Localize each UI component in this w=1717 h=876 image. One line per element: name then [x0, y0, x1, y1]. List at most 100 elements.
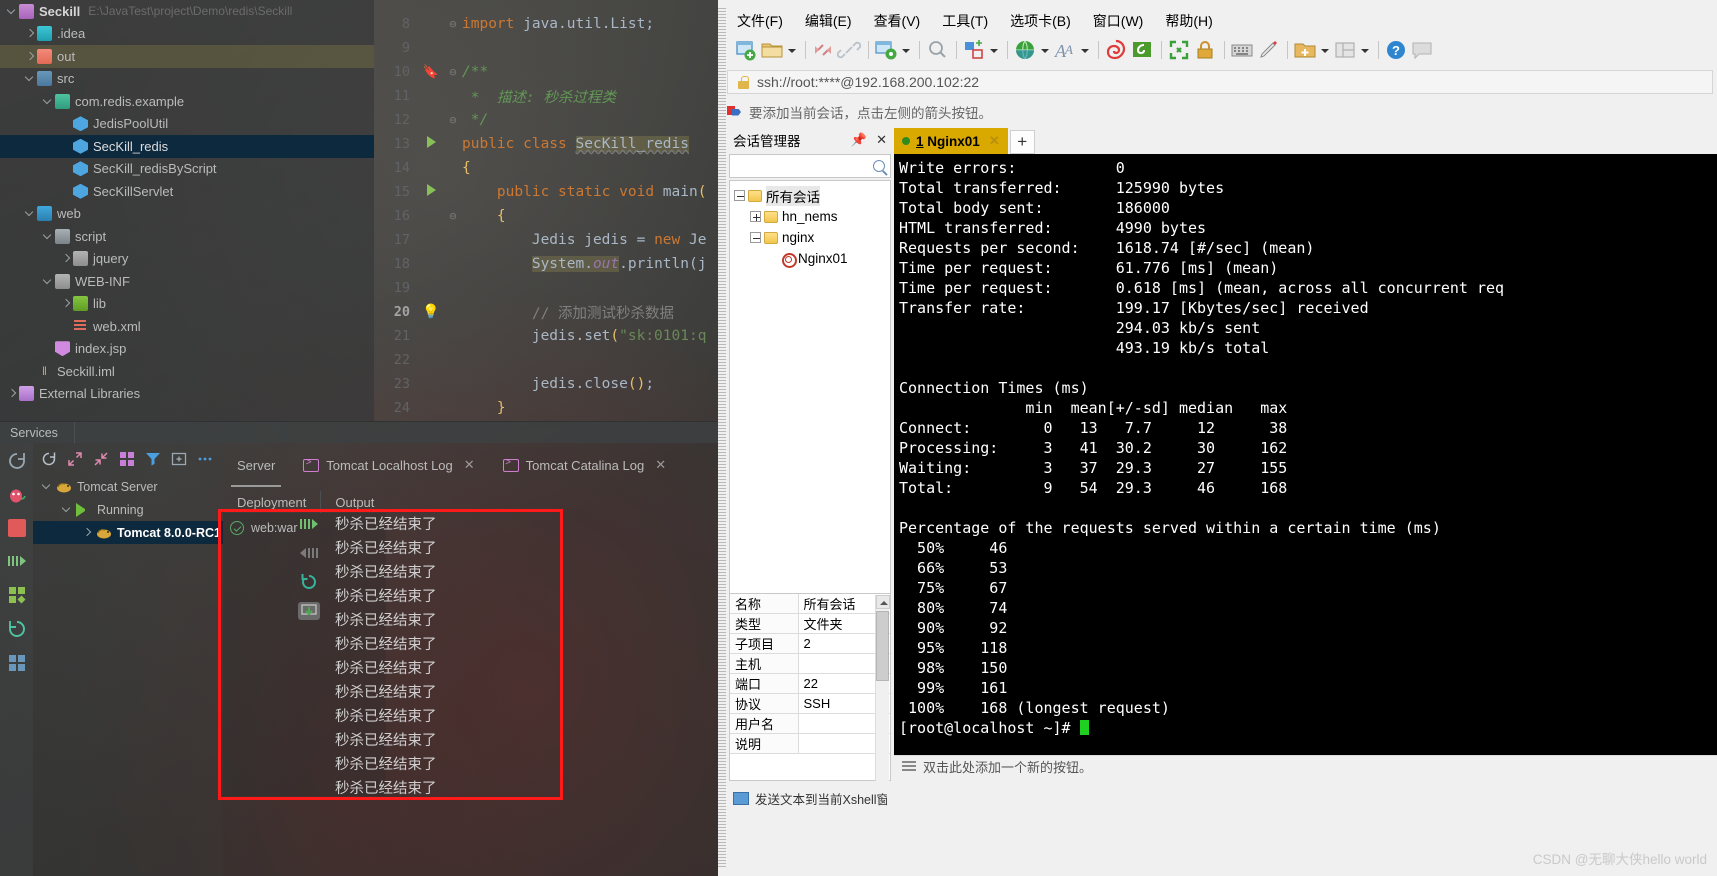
project-tree-item-web[interactable]: web	[0, 203, 374, 226]
property-row[interactable]: 主机	[730, 653, 890, 675]
project-tree-item--idea[interactable]: .idea	[0, 23, 374, 46]
project-tree-item-index-jsp[interactable]: index.jsp	[0, 338, 374, 361]
property-row[interactable]: 子项目 2	[730, 633, 890, 655]
property-row[interactable]: 类型 文件夹	[730, 613, 890, 635]
project-tree-item-jedispoolutil[interactable]: JedisPoolUtil	[0, 113, 374, 136]
chevron-down-icon[interactable]	[42, 95, 55, 108]
code-editor[interactable]: 8 ⊖ import java.util.List; 9 10 🔖 ⊖ /** 11 * 描述:…	[374, 0, 718, 421]
services-tab-strip[interactable]: ServerTomcat Localhost Log✕Tomcat Catali…	[223, 443, 718, 487]
project-tool-window[interactable]: Seckill E:\JavaTest\project\Demo\redis\S…	[0, 0, 374, 421]
project-tree-item-seckill-redis[interactable]: SecKill_redis	[0, 135, 374, 158]
more-options-icon[interactable]	[197, 451, 213, 467]
close-icon[interactable]: ✕	[989, 133, 1000, 149]
address-text[interactable]: ssh://root:****@192.168.200.102:22	[757, 74, 979, 90]
chevron-right-icon[interactable]	[60, 297, 73, 310]
font-icon[interactable]: AA	[1053, 38, 1077, 62]
scroll-to-end-icon[interactable]	[298, 602, 320, 620]
keyboard-icon[interactable]	[1230, 38, 1254, 62]
add-folder-icon[interactable]	[1293, 38, 1317, 62]
session-tree[interactable]: 所有会话 hn_nems nginx Nginx01	[729, 180, 891, 594]
session-tree-item-nginx[interactable]: nginx	[730, 227, 890, 248]
window-grip-handle[interactable]	[718, 8, 726, 868]
project-tree-item-external-libraries[interactable]: External Libraries	[0, 383, 374, 406]
services-tree-item-tomcat-8-0-0-rc1[interactable]: Tomcat 8.0.0-RC1	[33, 521, 223, 544]
property-row[interactable]: 用户名	[730, 713, 890, 735]
toolbar[interactable]: AA ?	[726, 35, 1717, 65]
resume-icon[interactable]	[7, 551, 27, 571]
chevron-right-icon[interactable]	[81, 526, 94, 539]
globe-icon[interactable]	[1013, 38, 1037, 62]
chevron-down-icon[interactable]	[61, 503, 74, 516]
group-icon[interactable]	[119, 451, 135, 467]
redeploy-icon[interactable]	[298, 573, 320, 591]
chevron-right-icon[interactable]	[24, 27, 37, 40]
close-icon[interactable]: ✕	[655, 457, 666, 473]
collapse-all-icon[interactable]	[93, 451, 109, 467]
project-tree-item-src[interactable]: src	[0, 68, 374, 91]
session-tree-item-nginx01[interactable]: Nginx01	[730, 248, 890, 269]
open-folder-caret-icon[interactable]	[786, 38, 797, 62]
session-tree-item-hn_nems[interactable]: hn_nems	[730, 206, 890, 227]
debug-icon[interactable]	[7, 485, 27, 505]
rerun-icon[interactable]	[7, 451, 27, 471]
chevron-down-icon[interactable]	[24, 207, 37, 220]
modules-icon[interactable]	[7, 585, 27, 605]
run-gutter-icon[interactable]	[418, 136, 444, 152]
services-toolbar[interactable]	[33, 443, 223, 475]
transfer-file-caret-icon[interactable]	[988, 38, 999, 62]
add-config-icon[interactable]	[171, 451, 187, 467]
resume-icon[interactable]	[298, 515, 320, 533]
pin-icon[interactable]: 📌	[851, 132, 867, 148]
dashboard-icon[interactable]	[7, 653, 27, 673]
services-subtab-deployment[interactable]: Deployment	[223, 495, 320, 510]
menu-item-3[interactable]: 工具(T)	[931, 8, 999, 35]
scrollbar-thumb[interactable]	[876, 611, 889, 681]
chevron-right-icon[interactable]	[60, 252, 73, 265]
chevron-down-icon[interactable]	[24, 72, 37, 85]
quick-command-bar[interactable]: 双击此处添加一个新的按钮。	[894, 755, 1717, 777]
project-tree-item-com-redis-example[interactable]: com.redis.example	[0, 90, 374, 113]
xftp-icon[interactable]	[1104, 38, 1128, 62]
session-properties-caret-icon[interactable]	[900, 38, 911, 62]
redeploy-icon[interactable]	[7, 619, 27, 639]
intention-bulb-icon[interactable]: 💡	[418, 304, 444, 320]
session-properties-icon[interactable]	[874, 38, 898, 62]
project-tree-item-jquery[interactable]: jquery	[0, 248, 374, 271]
lock-icon[interactable]	[1193, 38, 1217, 62]
fullscreen-icon[interactable]	[1167, 38, 1191, 62]
rerun-icon[interactable]	[41, 451, 57, 467]
project-tree-item-script[interactable]: script	[0, 225, 374, 248]
project-tree-item-web-xml[interactable]: web.xml	[0, 315, 374, 338]
chevron-down-icon[interactable]	[42, 275, 55, 288]
terminal-output[interactable]: Write errors: 0 Total transferred: 12599…	[894, 154, 1717, 776]
xagent-icon[interactable]	[1130, 38, 1154, 62]
menu-item-4[interactable]: 选项卡(B)	[999, 8, 1082, 35]
send-text-row[interactable]: 发送文本到当前Xshell窗口的全部会话	[729, 783, 891, 814]
arrow-flag-icon[interactable]	[727, 105, 741, 119]
output-log-pane[interactable]: 秒杀已经结束了 秒杀已经结束了 秒杀已经结束了 秒杀已经结束了 秒杀已经结束了 秒杀已经结…	[330, 513, 561, 800]
services-tree-panel[interactable]: Tomcat Server Running Tomcat 8.0.0-RC1	[33, 443, 223, 876]
highlight-icon[interactable]	[1256, 38, 1280, 62]
menu-item-0[interactable]: 文件(F)	[726, 8, 794, 35]
globe-caret-icon[interactable]	[1039, 38, 1050, 62]
deployment-action-icons[interactable]	[293, 515, 325, 645]
collapse-minus-icon[interactable]	[734, 190, 745, 201]
font-caret-icon[interactable]	[1079, 38, 1090, 62]
session-tree-item--[interactable]: 所有会话	[730, 185, 890, 206]
properties-scrollbar[interactable]	[875, 595, 890, 781]
project-root-row[interactable]: Seckill E:\JavaTest\project\Demo\redis\S…	[0, 0, 374, 23]
menu-item-5[interactable]: 窗口(W)	[1082, 8, 1155, 35]
services-action-rail[interactable]	[0, 443, 33, 876]
services-tree-item-tomcat-server[interactable]: Tomcat Server	[33, 475, 223, 498]
new-session-icon[interactable]	[734, 38, 758, 62]
filter-icon[interactable]	[145, 451, 161, 467]
menu-item-2[interactable]: 查看(V)	[863, 8, 932, 35]
session-manager-panel[interactable]: 会话管理器 📌 ✕ 所有会话 hn_nems nginx Nginx01 名称 所有会话…	[727, 128, 893, 868]
project-tree-item-seckillservlet[interactable]: SecKillServlet	[0, 180, 374, 203]
close-icon[interactable]: ✕	[876, 132, 887, 148]
property-row[interactable]: 说明	[730, 733, 890, 755]
search-icon[interactable]	[873, 160, 885, 172]
project-tree-item-lib[interactable]: lib	[0, 293, 374, 316]
services-tab-tomcat-localhost-log[interactable]: Tomcat Localhost Log ✕	[289, 443, 488, 487]
stop-icon[interactable]	[7, 519, 26, 537]
